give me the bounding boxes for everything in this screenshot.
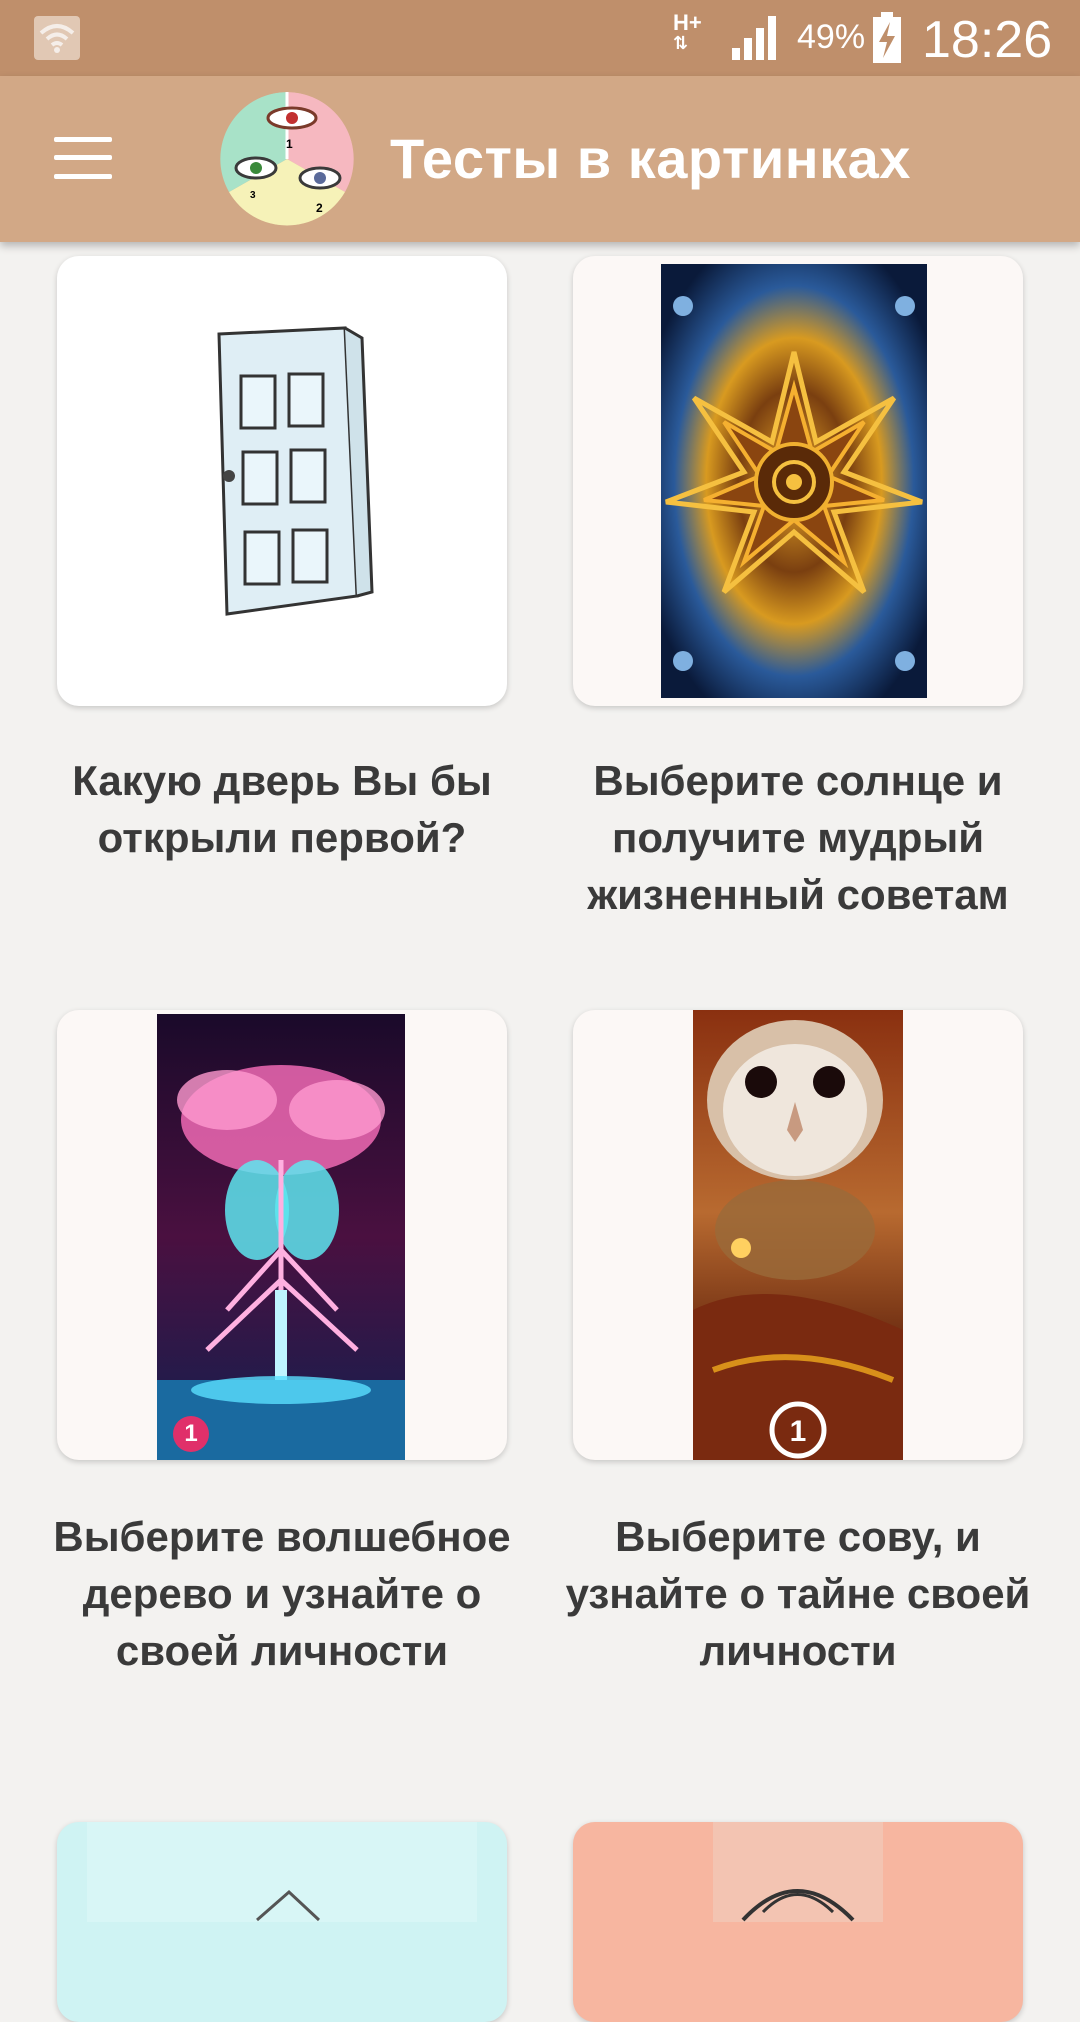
test-card-door[interactable] xyxy=(57,256,507,706)
owl-image: 1 xyxy=(693,1010,903,1460)
test-card-tree[interactable]: 1 xyxy=(57,1010,507,1460)
status-bar: H+ ⇅ 49% 18:26 xyxy=(0,0,1080,76)
logo-number-3: 3 xyxy=(250,190,256,201)
app-title: Тесты в картинках xyxy=(390,127,911,190)
test-title-door[interactable]: Какую дверь Вы бы открыли первой? xyxy=(42,752,522,866)
test-card-partial-right[interactable] xyxy=(573,1822,1023,2022)
door-image xyxy=(217,326,374,616)
wifi-icon xyxy=(34,16,80,60)
test-title-sun[interactable]: Выберите солнце и получите мудрый жизнен… xyxy=(558,752,1038,923)
sun-mandala-image xyxy=(661,264,927,698)
hamburger-menu-icon[interactable] xyxy=(54,137,112,179)
app-logo: 1 2 3 xyxy=(220,92,354,226)
magic-tree-image xyxy=(157,1014,405,1460)
partial-drawing-image xyxy=(713,1822,883,1922)
logo-number-2: 2 xyxy=(316,201,323,215)
partial-drawing-image xyxy=(87,1822,477,1922)
badge-number-icon: 1 xyxy=(173,1416,209,1452)
app-bar: 1 2 3 Тесты в картинках xyxy=(0,76,1080,242)
test-title-tree[interactable]: Выберите волшебное дерево и узнайте о св… xyxy=(42,1508,522,1679)
test-card-owl[interactable]: 1 xyxy=(573,1010,1023,1460)
logo-number-1: 1 xyxy=(286,137,293,151)
badge-number-icon: 1 xyxy=(790,1415,807,1448)
network-type-indicator: H+ ⇅ xyxy=(673,10,702,53)
battery-charging-icon xyxy=(873,12,901,63)
test-card-partial-left[interactable] xyxy=(57,1822,507,2022)
battery-percent: 49% xyxy=(797,18,866,56)
signal-strength-icon xyxy=(732,16,776,60)
test-title-owl[interactable]: Выберите сову, и узнайте о тайне своей л… xyxy=(558,1508,1038,1679)
clock: 18:26 xyxy=(922,11,1053,69)
test-card-sun[interactable] xyxy=(573,256,1023,706)
